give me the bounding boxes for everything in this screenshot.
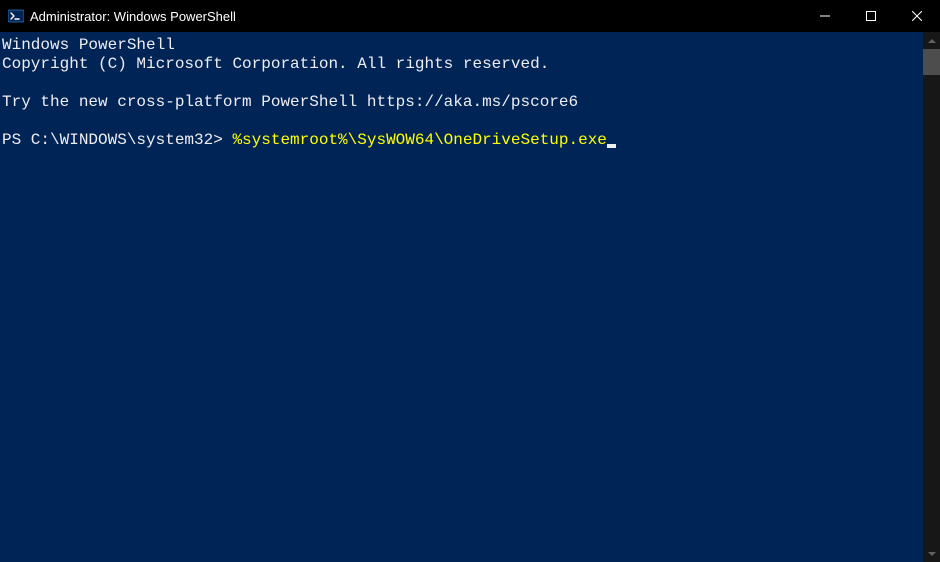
scrollbar-thumb[interactable] [923, 49, 940, 75]
scroll-down-arrow-icon[interactable] [923, 545, 940, 562]
terminal-content[interactable]: Windows PowerShell Copyright (C) Microso… [0, 32, 923, 562]
vertical-scrollbar[interactable] [923, 32, 940, 562]
powershell-icon [8, 8, 24, 24]
scroll-up-arrow-icon[interactable] [923, 32, 940, 49]
banner-line: Copyright (C) Microsoft Corporation. All… [2, 55, 549, 73]
terminal-area: Windows PowerShell Copyright (C) Microso… [0, 32, 940, 562]
maximize-button[interactable] [848, 0, 894, 32]
window-title: Administrator: Windows PowerShell [30, 9, 802, 24]
cursor-icon [607, 144, 616, 148]
banner-line: Try the new cross-platform PowerShell ht… [2, 93, 578, 111]
minimize-button[interactable] [802, 0, 848, 32]
scrollbar-track[interactable] [923, 49, 940, 545]
close-button[interactable] [894, 0, 940, 32]
command-input[interactable]: %systemroot%\SysWOW64\OneDriveSetup.exe [232, 131, 606, 149]
banner-line: Windows PowerShell [2, 36, 175, 54]
window-controls [802, 0, 940, 32]
titlebar[interactable]: Administrator: Windows PowerShell [0, 0, 940, 32]
prompt-text: PS C:\WINDOWS\system32> [2, 131, 232, 149]
prompt-line: PS C:\WINDOWS\system32> %systemroot%\Sys… [2, 131, 616, 149]
powershell-window: Administrator: Windows PowerShell Win [0, 0, 940, 562]
